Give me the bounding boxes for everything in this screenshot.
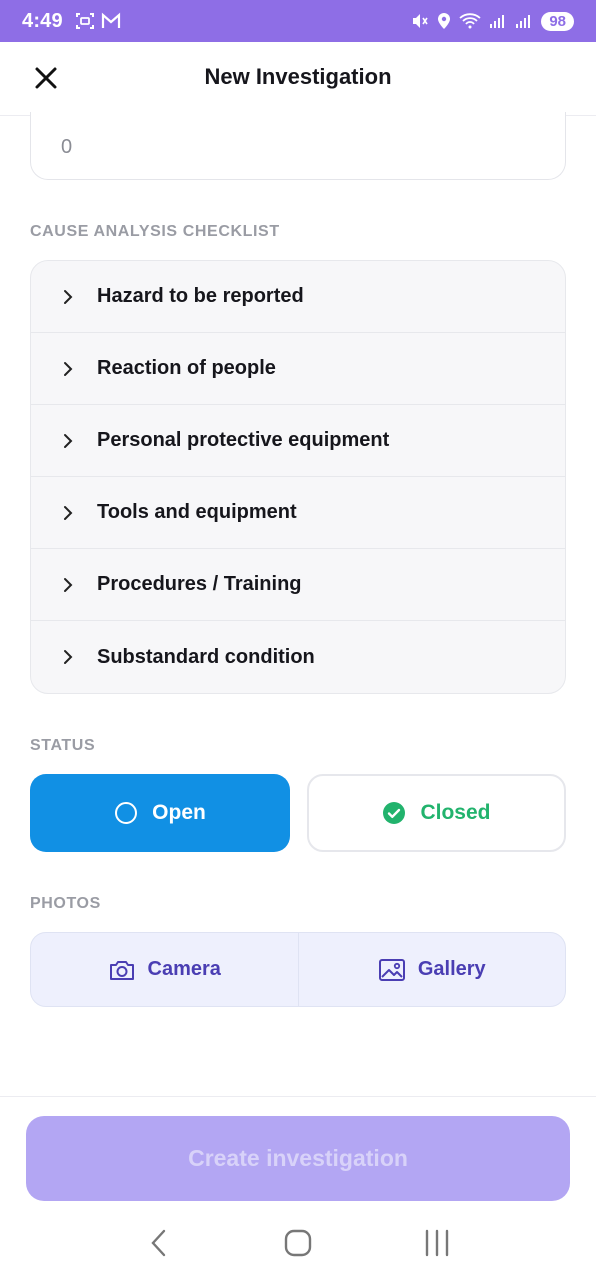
status-label: STATUS [30, 737, 96, 754]
checklist-item-tools[interactable]: Tools and equipment [31, 477, 565, 549]
nav-back-button[interactable] [129, 1218, 189, 1268]
screenshot-icon [75, 13, 94, 29]
wifi-icon [459, 13, 481, 29]
home-icon [284, 1229, 312, 1257]
status-closed-button[interactable]: Closed [307, 774, 566, 852]
checklist-item-label: Reaction of people [97, 357, 276, 379]
number-input[interactable]: 0 [30, 112, 566, 180]
status-open-label: Open [152, 801, 206, 824]
camera-button[interactable]: Camera [31, 933, 298, 1006]
checklist-item-ppe[interactable]: Personal protective equipment [31, 405, 565, 477]
radio-empty-icon [115, 802, 138, 824]
signal-icon-2 [516, 15, 531, 28]
checklist-item-label: Substandard condition [97, 645, 315, 668]
checklist-item-reaction[interactable]: Reaction of people [31, 333, 565, 405]
cause-analysis-checklist: Hazard to be reported Reaction of people… [30, 260, 566, 694]
camera-label: Camera [147, 958, 221, 980]
status-time: 4:49 [22, 9, 63, 32]
status-bar: 4:49 98 [0, 0, 596, 42]
gallery-button[interactable]: Gallery [297, 933, 566, 1006]
back-icon [151, 1229, 166, 1257]
signal-icon [490, 15, 505, 28]
checklist-item-label: Tools and equipment [97, 501, 297, 523]
battery-indicator: 98 [541, 11, 574, 31]
camera-icon [109, 960, 134, 980]
recents-icon [425, 1229, 448, 1257]
nav-home-button[interactable] [268, 1218, 328, 1268]
checklist-item-substandard[interactable]: Substandard condition [31, 621, 565, 693]
mute-icon [413, 14, 428, 28]
checklist-item-label: Procedures / Training [97, 573, 302, 595]
system-nav-bar [0, 1206, 596, 1280]
chevron-right-icon [61, 577, 75, 592]
nav-recents-button[interactable] [407, 1218, 467, 1268]
location-icon [438, 13, 451, 29]
checklist-item-procedures[interactable]: Procedures / Training [31, 549, 565, 621]
checklist-item-label: Hazard to be reported [97, 285, 304, 307]
page-title: New Investigation [204, 64, 392, 89]
status-closed-label: Closed [420, 801, 491, 824]
photos-label: PHOTOS [30, 895, 101, 912]
header: New Investigation [0, 42, 596, 116]
status-open-button[interactable]: Open [30, 774, 290, 852]
photos-picker: Camera Gallery [30, 932, 566, 1007]
chevron-right-icon [61, 361, 75, 376]
cause-analysis-label: CAUSE ANALYSIS CHECKLIST [30, 223, 280, 240]
chevron-right-icon [61, 650, 75, 664]
number-input-value: 0 [61, 136, 73, 158]
footer: Create investigation [0, 1096, 596, 1206]
chevron-right-icon [61, 433, 75, 448]
gallery-label: Gallery [417, 958, 486, 980]
gmail-icon [101, 12, 120, 28]
check-circle-icon [383, 802, 406, 824]
checklist-item-label: Personal protective equipment [97, 429, 390, 451]
checklist-item-hazard[interactable]: Hazard to be reported [31, 261, 565, 333]
chevron-right-icon [61, 505, 75, 520]
chevron-right-icon [61, 289, 75, 304]
create-investigation-button[interactable]: Create investigation [26, 1116, 570, 1201]
gallery-icon [378, 958, 405, 981]
